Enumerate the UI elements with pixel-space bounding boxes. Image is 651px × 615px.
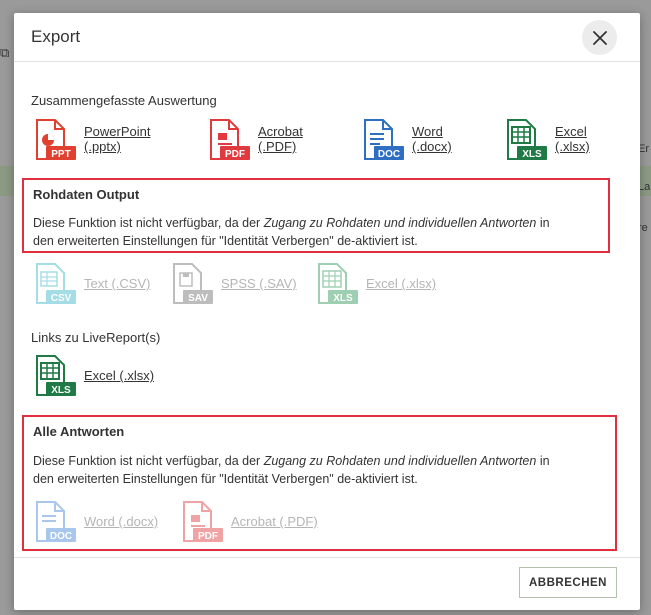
export-powerpoint[interactable]: PPT PowerPoint (.pptx) (34, 119, 150, 161)
export-livereport-excel[interactable]: XLS Excel (.xlsx) (34, 355, 154, 397)
file-badge: XLS (522, 149, 542, 160)
acrobat-label[interactable]: Acrobat (258, 124, 303, 139)
file-badge: CSV (51, 293, 72, 304)
backdrop-copy-icon: ⧉ (0, 45, 10, 60)
word-file-icon: DOC (36, 501, 76, 542)
excel-file-icon: XLS (507, 119, 547, 160)
export-word[interactable]: DOC Word (.docx) (362, 119, 452, 161)
backdrop (0, 0, 651, 14)
powerpoint-ext[interactable]: (.pptx) (84, 139, 150, 154)
close-icon (592, 30, 607, 45)
file-badge: PDF (198, 531, 218, 542)
export-csv: CSV Text (.CSV) (34, 263, 150, 305)
file-badge: XLS (333, 293, 353, 304)
file-badge: XLS (51, 385, 71, 396)
close-button[interactable] (582, 20, 617, 55)
export-raw-excel: XLS Excel (.xlsx) (316, 263, 436, 305)
answers-acrobat-label: Acrobat (.PDF) (231, 514, 318, 529)
csv-file-icon: CSV (36, 263, 76, 304)
section-title-all-answers: Alle Antworten (33, 424, 125, 439)
file-badge: PDF (225, 149, 245, 160)
powerpoint-file-icon: PPT (36, 119, 76, 160)
excel-file-icon: XLS (318, 263, 358, 304)
file-badge: PPT (51, 149, 70, 160)
excel-ext[interactable]: (.xlsx) (555, 139, 590, 154)
export-answers-word: DOC Word (.docx) (34, 501, 158, 543)
file-badge: SAV (188, 293, 208, 304)
acrobat-ext[interactable]: (.PDF) (258, 139, 303, 154)
export-acrobat[interactable]: PDF Acrobat (.PDF) (208, 119, 303, 161)
section-title-summary: Zusammengefasste Auswertung (31, 93, 217, 108)
livereport-excel-label[interactable]: Excel (.xlsx) (84, 368, 154, 383)
pdf-file-icon: PDF (183, 501, 223, 542)
export-spss: SAV SPSS (.SAV) (171, 263, 297, 305)
word-file-icon: DOC (364, 119, 404, 160)
powerpoint-label[interactable]: PowerPoint (84, 124, 150, 139)
raw-notice-text: Diese Funktion ist nicht verfügbar, da d… (33, 216, 550, 248)
export-answers-acrobat: PDF Acrobat (.PDF) (181, 501, 318, 543)
word-ext[interactable]: (.docx) (412, 139, 452, 154)
all-answers-notice-text: Diese Funktion ist nicht verfügbar, da d… (33, 454, 550, 486)
all-answers-notice: Alle Antworten Diese Funktion ist nicht … (22, 415, 617, 551)
csv-label: Text (.CSV) (84, 276, 151, 291)
raw-excel-label: Excel (.xlsx) (366, 276, 437, 291)
spss-label: SPSS (.SAV) (221, 276, 297, 291)
excel-label[interactable]: Excel (555, 124, 590, 139)
export-excel[interactable]: XLS Excel (.xlsx) (505, 119, 590, 161)
dialog-footer: ABBRECHEN (14, 557, 640, 611)
word-label[interactable]: Word (412, 124, 452, 139)
pdf-file-icon: PDF (210, 119, 250, 160)
spss-file-icon: SAV (173, 263, 213, 304)
section-title-raw: Rohdaten Output (33, 187, 140, 202)
excel-file-icon: XLS (36, 355, 76, 396)
cancel-button[interactable]: ABBRECHEN (519, 567, 617, 598)
answers-word-label: Word (.docx) (84, 514, 159, 529)
export-dialog: Export Zusammengefasste Auswertung PPT P… (14, 13, 640, 610)
section-title-livereport: Links zu LiveReport(s) (31, 330, 161, 345)
raw-data-notice: Rohdaten Output Diese Funktion ist nicht… (22, 178, 610, 253)
dialog-title: Export (31, 27, 81, 46)
file-badge: DOC (50, 531, 72, 542)
file-badge: DOC (378, 149, 400, 160)
dialog-header: Export (14, 13, 640, 62)
